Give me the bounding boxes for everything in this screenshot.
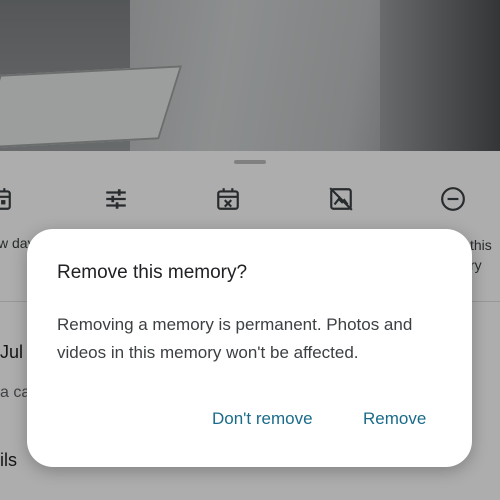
dialog-body: Removing a memory is permanent. Photos a…	[57, 315, 413, 362]
dialog-title: Remove this memory?	[57, 262, 248, 283]
dont-remove-button[interactable]: Don't remove	[206, 405, 319, 433]
remove-memory-dialog: Remove this memory? Removing a memory is…	[27, 229, 472, 467]
remove-button[interactable]: Remove	[357, 405, 432, 433]
